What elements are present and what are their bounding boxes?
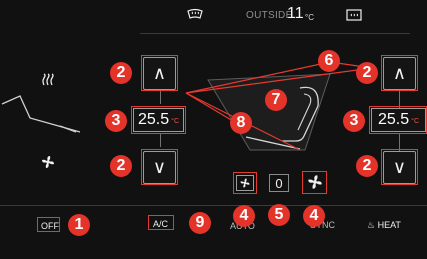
annotation-box-left-down — [141, 149, 178, 185]
marker-7: 7 — [265, 89, 287, 111]
left-connector-bottom — [160, 133, 161, 147]
annotation-box-fan-decrease — [233, 172, 257, 194]
marker-4-right: 4 — [303, 205, 325, 227]
annotation-box-ac — [148, 215, 174, 230]
marker-2-left-down: 2 — [110, 155, 132, 177]
seat-back-shape — [282, 86, 319, 142]
seat-outline-icon — [1, 95, 81, 133]
heat-button[interactable]: ♨ HEAT — [367, 220, 401, 231]
marker-1: 1 — [68, 214, 90, 236]
marker-6: 6 — [318, 50, 340, 72]
annotation-box-left-up — [141, 55, 178, 91]
annotation-box-off — [37, 217, 60, 232]
marker-8: 8 — [230, 112, 252, 134]
annotation-box-right-temp — [369, 106, 427, 134]
front-defrost-icon[interactable] — [186, 8, 204, 22]
marker-2-right-up: 2 — [356, 62, 378, 84]
top-divider — [140, 33, 410, 34]
annotation-box-right-down — [381, 149, 418, 185]
fan-speed-display: 0 — [269, 174, 289, 192]
airflow-zone-polygon — [207, 73, 331, 151]
annotation-box-left-temp — [131, 106, 186, 134]
heat-icon: ♨ — [367, 220, 378, 230]
marker-3-right: 3 — [343, 110, 365, 132]
climate-control-screen: OUTSIDE 11 °C ∧ 25.5 °C ∨ ∧ 25.5 °C ∨ 0 … — [0, 0, 427, 259]
seat-inner-shape — [297, 93, 312, 131]
marker-9: 9 — [189, 212, 211, 234]
left-connector-top — [160, 90, 161, 104]
outside-label: OUTSIDE — [246, 10, 293, 21]
outside-temperature: 11 — [287, 5, 304, 22]
annotation-box-fan-increase — [302, 171, 327, 194]
marker-5: 5 — [268, 204, 290, 226]
outside-temperature-unit: °C — [305, 13, 314, 22]
rear-defrost-icon[interactable] — [345, 8, 363, 22]
seat-cushion-shape — [245, 136, 301, 150]
annotation-box-right-up — [381, 55, 418, 91]
marker-3-left: 3 — [105, 110, 127, 132]
marker-2-right-down: 2 — [356, 155, 378, 177]
annotation-line — [185, 61, 331, 94]
bottom-divider — [0, 205, 427, 206]
heat-label: HEAT — [377, 220, 401, 230]
marker-2-left-up: 2 — [110, 62, 132, 84]
marker-4-left: 4 — [233, 205, 255, 227]
fan-icon[interactable] — [40, 154, 56, 173]
